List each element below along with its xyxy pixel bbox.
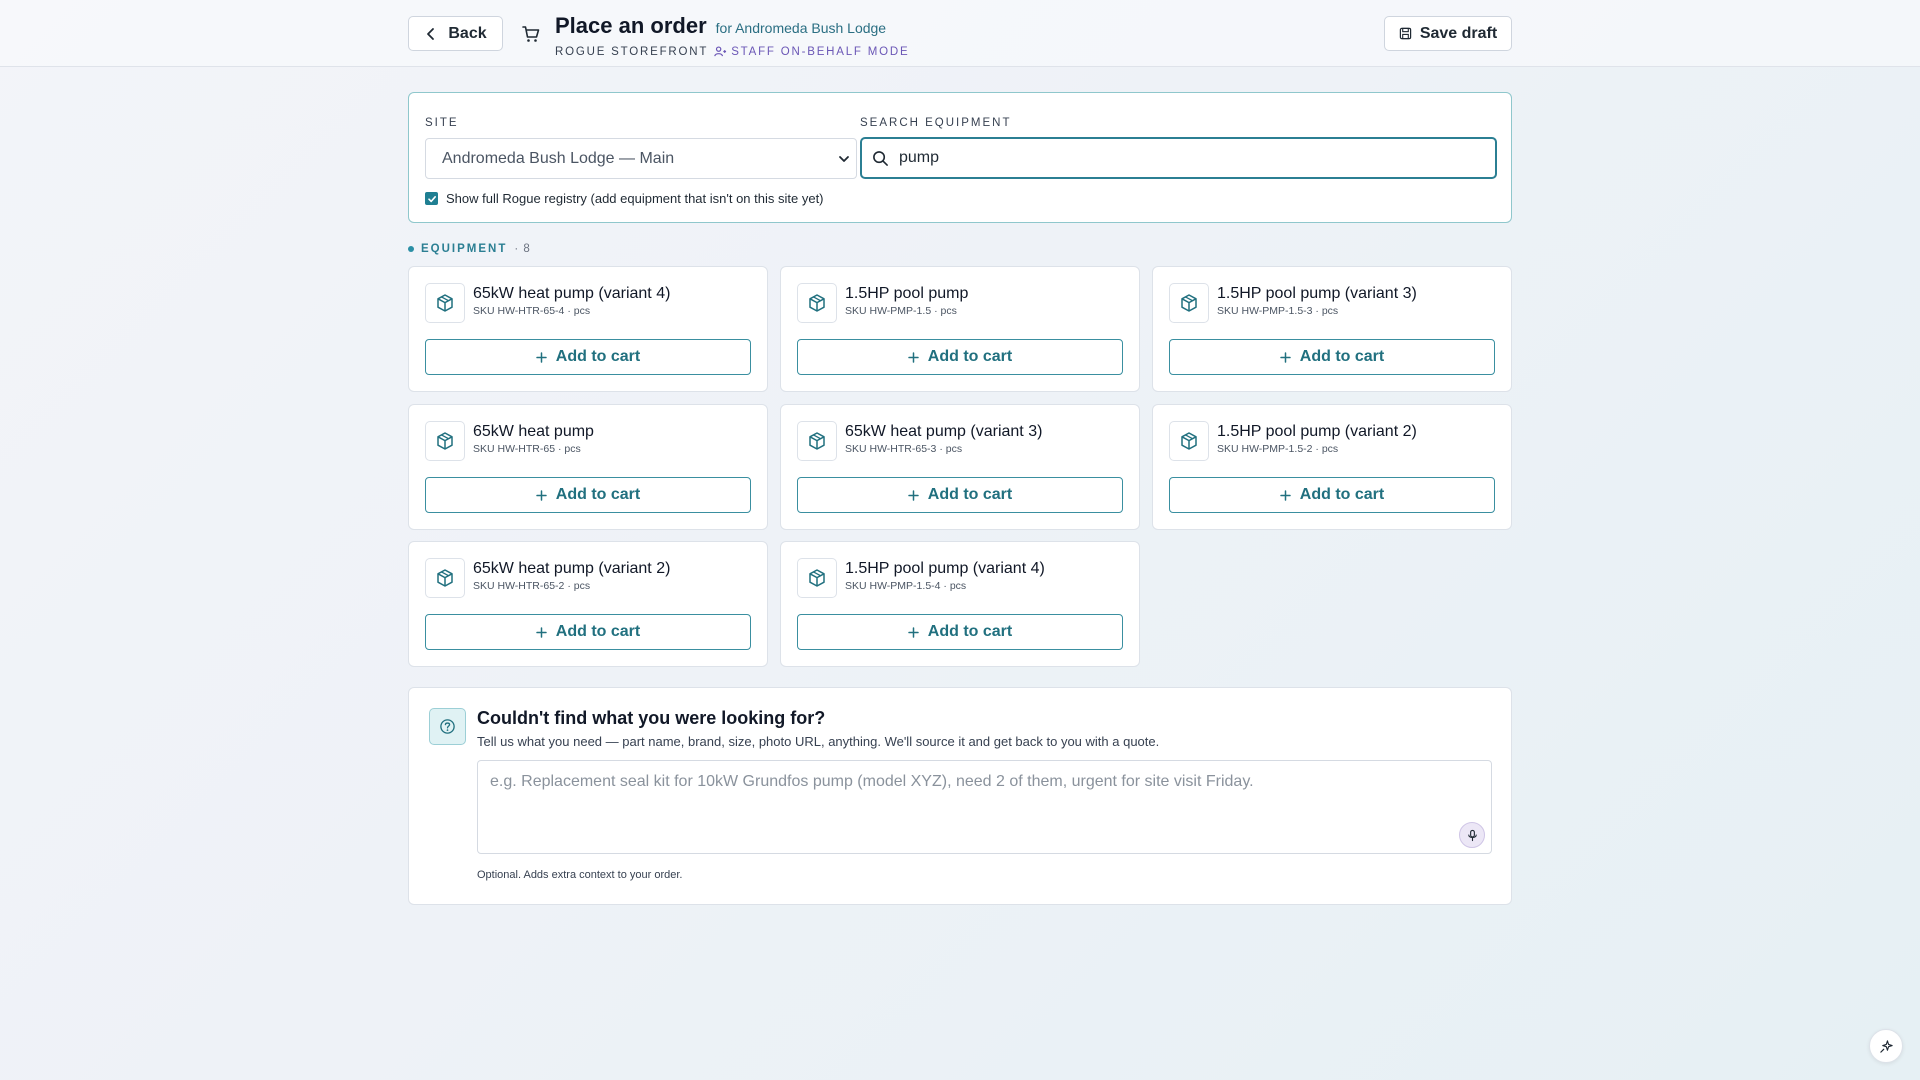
package-icon <box>797 558 837 598</box>
site-select-value: Andromeda Bush Lodge — Main <box>442 149 675 167</box>
add-to-cart-label: Add to cart <box>927 348 1013 365</box>
add-to-cart-button[interactable]: Add to cart <box>1169 477 1495 513</box>
add-to-cart-button[interactable]: Add to cart <box>425 477 751 513</box>
equipment-section-header: EQUIPMENT · 8 <box>408 243 531 255</box>
chevron-left-icon <box>427 27 435 40</box>
help-title: Couldn't find what you were looking for? <box>477 708 826 728</box>
check-icon <box>427 195 436 202</box>
add-to-cart-label: Add to cart <box>927 486 1013 503</box>
assistant-button[interactable] <box>1869 1029 1903 1063</box>
product-sku: SKU HW-HTR-65 · pcs <box>473 443 581 455</box>
help-icon <box>429 708 466 745</box>
search-icon <box>873 150 888 166</box>
save-draft-button[interactable]: Save draft <box>1384 16 1512 51</box>
registry-toggle[interactable]: Show full Rogue registry (add equipment … <box>425 191 824 206</box>
save-draft-label: Save draft <box>1419 24 1498 42</box>
product-name: 65kW heat pump (variant 2) <box>473 560 671 577</box>
sparkle-icon <box>1879 1039 1893 1053</box>
product-sku: SKU HW-PMP-1.5-2 · pcs <box>1217 443 1339 455</box>
product-sku: SKU HW-PMP-1.5-3 · pcs <box>1217 305 1339 317</box>
search-field[interactable] <box>860 137 1497 179</box>
add-to-cart-label: Add to cart <box>555 348 641 365</box>
equipment-card: 65kW heat pump (variant 4) SKU HW-HTR-65… <box>408 266 768 392</box>
for-site-link[interactable]: for Andromeda Bush Lodge <box>716 20 886 36</box>
save-icon <box>1399 27 1412 40</box>
product-name: 65kW heat pump (variant 4) <box>473 285 671 302</box>
package-icon <box>1169 283 1209 323</box>
add-to-cart-button[interactable]: Add to cart <box>425 339 751 375</box>
plus-icon <box>536 626 547 638</box>
add-to-cart-label: Add to cart <box>555 623 641 640</box>
equipment-count: · 8 <box>514 243 531 255</box>
help-note: Optional. Adds extra context to your ord… <box>477 869 683 881</box>
product-name: 65kW heat pump <box>473 423 594 440</box>
filter-card: SITE Andromeda Bush Lodge — Main SEARCH … <box>408 92 1512 223</box>
add-to-cart-button[interactable]: Add to cart <box>797 477 1123 513</box>
equipment-card: 65kW heat pump (variant 2) SKU HW-HTR-65… <box>408 541 768 667</box>
equipment-card: 65kW heat pump (variant 3) SKU HW-HTR-65… <box>780 404 1140 530</box>
package-icon <box>1169 421 1209 461</box>
package-icon <box>425 421 465 461</box>
equipment-title: EQUIPMENT <box>421 243 508 255</box>
equipment-card: 1.5HP pool pump (variant 3) SKU HW-PMP-1… <box>1152 266 1512 392</box>
back-button[interactable]: Back <box>408 16 503 51</box>
add-to-cart-label: Add to cart <box>1299 486 1385 503</box>
plus-icon <box>908 489 919 501</box>
add-to-cart-button[interactable]: Add to cart <box>1169 339 1495 375</box>
chevron-down-icon <box>839 156 849 162</box>
registry-checkbox[interactable] <box>425 192 438 205</box>
equipment-card: 1.5HP pool pump (variant 4) SKU HW-PMP-1… <box>780 541 1140 667</box>
section-dot <box>408 246 414 252</box>
top-bar: Back Place an order for Andromeda Bush L… <box>0 0 1920 67</box>
plus-icon <box>1280 489 1291 501</box>
voice-input-button[interactable] <box>1459 822 1485 848</box>
product-sku: SKU HW-HTR-65-3 · pcs <box>845 443 963 455</box>
product-name: 65kW heat pump (variant 3) <box>845 423 1043 440</box>
equipment-card: 1.5HP pool pump (variant 2) SKU HW-PMP-1… <box>1152 404 1512 530</box>
equipment-card: 1.5HP pool pump SKU HW-PMP-1.5 · pcs Add… <box>780 266 1140 392</box>
product-sku: SKU HW-HTR-65-2 · pcs <box>473 580 591 592</box>
package-icon <box>425 283 465 323</box>
plus-icon <box>908 351 919 363</box>
mode-label: STAFF ON-BEHALF MODE <box>731 45 910 58</box>
product-name: 1.5HP pool pump <box>845 285 969 302</box>
product-name: 1.5HP pool pump (variant 4) <box>845 560 1045 577</box>
mode-badge: STAFF ON-BEHALF MODE <box>714 45 909 58</box>
plus-icon <box>1280 351 1291 363</box>
add-to-cart-label: Add to cart <box>555 486 641 503</box>
product-sku: SKU HW-PMP-1.5-4 · pcs <box>845 580 967 592</box>
package-icon <box>425 558 465 598</box>
search-label: SEARCH EQUIPMENT <box>860 117 1012 129</box>
add-to-cart-button[interactable]: Add to cart <box>797 614 1123 650</box>
microphone-icon <box>1467 829 1477 841</box>
help-description: Tell us what you need — part name, brand… <box>477 734 1160 749</box>
plus-icon <box>908 626 919 638</box>
custom-request-card: Couldn't find what you were looking for?… <box>408 687 1512 905</box>
brand-label: ROGUE STOREFRONT <box>555 45 709 58</box>
product-sku: SKU HW-PMP-1.5 · pcs <box>845 305 957 317</box>
product-name: 1.5HP pool pump (variant 3) <box>1217 285 1417 302</box>
add-to-cart-label: Add to cart <box>1299 348 1385 365</box>
equipment-card: 65kW heat pump SKU HW-HTR-65 · pcs Add t… <box>408 404 768 530</box>
cart-icon <box>522 26 540 42</box>
registry-label: Show full Rogue registry (add equipment … <box>446 191 824 206</box>
product-sku: SKU HW-HTR-65-4 · pcs <box>473 305 591 317</box>
add-to-cart-button[interactable]: Add to cart <box>797 339 1123 375</box>
user-switch-icon <box>714 46 727 57</box>
back-label: Back <box>448 24 487 42</box>
title-block: Place an order for Andromeda Bush Lodge … <box>555 13 909 58</box>
search-input[interactable] <box>899 149 1479 167</box>
product-name: 1.5HP pool pump (variant 2) <box>1217 423 1417 440</box>
package-icon <box>797 283 837 323</box>
plus-icon <box>536 351 547 363</box>
add-to-cart-label: Add to cart <box>927 623 1013 640</box>
plus-icon <box>536 489 547 501</box>
request-textarea[interactable] <box>478 761 1491 853</box>
site-select[interactable]: Andromeda Bush Lodge — Main <box>425 138 857 179</box>
add-to-cart-button[interactable]: Add to cart <box>425 614 751 650</box>
request-textarea-wrap <box>477 760 1492 854</box>
site-label: SITE <box>425 117 459 129</box>
page-title: Place an order <box>555 13 707 38</box>
package-icon <box>797 421 837 461</box>
